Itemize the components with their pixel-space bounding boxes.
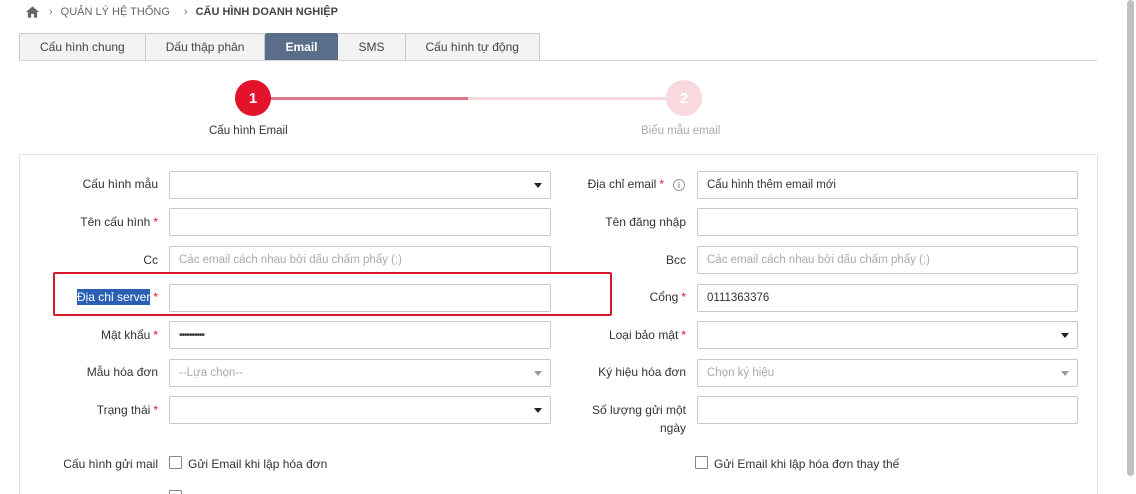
info-icon[interactable]: i	[673, 179, 685, 191]
scrollbar[interactable]	[1127, 0, 1134, 476]
loai-bao-mat-select[interactable]	[697, 321, 1078, 349]
tab-email[interactable]: Email	[265, 33, 339, 60]
gui-email-thay-the-label: Gửi Email khi lập hóa đơn thay thế	[714, 457, 900, 471]
step-2-label: Biểu mẫu email	[641, 125, 721, 137]
label-loai-bao-mat: Loại bảo mật *	[608, 328, 686, 342]
home-icon[interactable]	[26, 6, 39, 18]
so-luong-gui-input[interactable]	[697, 396, 1078, 424]
label-bcc: Bcc	[665, 253, 686, 267]
label-ten-dang-nhap: Tên đăng nhập	[605, 215, 686, 229]
label-dia-chi-email: Địa chỉ email *	[587, 177, 664, 191]
gui-email-thay-the-checkbox[interactable]	[695, 456, 708, 469]
ky-hieu-hoa-don-select[interactable]: Chọn ký hiệu	[697, 359, 1078, 387]
step-pending-line	[468, 97, 668, 100]
label-so-luong-gui: Số lượng gửi một ngày	[592, 403, 686, 435]
cong-input[interactable]: 0111363376	[697, 284, 1078, 312]
dia-chi-email-input[interactable]: Cấu hình thêm email mới	[697, 171, 1078, 199]
step-progress-line	[268, 97, 468, 100]
label-mat-khau: Mật khẩu *	[100, 328, 158, 342]
bcc-input[interactable]: Các email cách nhau bởi dấu chấm phẩy (;…	[697, 246, 1078, 274]
mau-hoa-don-select[interactable]: --Lựa chọn--	[169, 359, 551, 387]
chevron-right-icon: ›	[183, 6, 188, 18]
tab-general[interactable]: Cấu hình chung	[19, 33, 146, 60]
chevron-right-icon: ›	[49, 6, 53, 18]
chevron-down-icon	[1061, 371, 1069, 376]
breadcrumb-enterprise-config: CẤU HÌNH DOANH NGHIỆP	[195, 6, 338, 18]
chevron-down-icon	[534, 371, 542, 376]
chevron-down-icon	[1061, 333, 1069, 338]
trang-thai-select[interactable]	[169, 396, 551, 424]
gui-email-lap-hoa-don-label: Gửi Email khi lập hóa đơn	[188, 457, 328, 471]
breadcrumb-system[interactable]: QUẢN LÝ HỆ THỐNG	[61, 6, 170, 18]
tab-decimal[interactable]: Dấu thập phân	[145, 33, 266, 60]
breadcrumb: › QUẢN LÝ HỆ THỐNG › CẤU HÌNH DOANH NGHI…	[26, 4, 352, 20]
label-ten-cau-hinh: Tên cấu hình *	[80, 215, 158, 229]
tab-divider	[19, 60, 1097, 61]
label-cau-hinh-mau: Cấu hình mẫu	[82, 177, 158, 191]
stepper: 1 2 Cấu hình Email Biểu mẫu email	[0, 80, 1100, 150]
cau-hinh-mau-select[interactable]	[169, 171, 551, 199]
step-1-label: Cấu hình Email	[209, 125, 288, 137]
chevron-down-icon	[534, 408, 542, 413]
step-2-circle[interactable]: 2	[666, 80, 702, 116]
step-1-circle[interactable]: 1	[235, 80, 271, 116]
ten-dang-nhap-input[interactable]	[697, 208, 1078, 236]
tab-sms[interactable]: SMS	[338, 33, 406, 60]
label-cc: Cc	[143, 253, 158, 267]
label-cau-hinh-gui-mail: Cấu hình gửi mail	[63, 457, 158, 471]
label-ky-hieu-hoa-don: Ký hiệu hóa đơn	[598, 365, 686, 379]
label-trang-thai: Trạng thái *	[96, 403, 158, 417]
mat-khau-input[interactable]: ••••••••••	[169, 321, 551, 349]
label-mau-hoa-don: Mẫu hóa đơn	[86, 365, 158, 379]
label-cong: Cổng *	[649, 290, 686, 304]
label-dia-chi-server: Địa chỉ server *	[76, 289, 158, 305]
chevron-down-icon	[534, 183, 542, 188]
dia-chi-server-input[interactable]	[169, 284, 551, 312]
ten-cau-hinh-input[interactable]	[169, 208, 551, 236]
gui-email-lap-hoa-don-checkbox[interactable]	[169, 456, 182, 469]
cc-input[interactable]: Các email cách nhau bởi dấu chấm phẩy (;…	[169, 246, 551, 274]
next-row-checkbox[interactable]	[169, 490, 182, 494]
tab-bar: Cấu hình chung Dấu thập phân Email SMS C…	[19, 33, 540, 60]
tab-auto-config[interactable]: Cấu hình tự động	[405, 33, 540, 60]
